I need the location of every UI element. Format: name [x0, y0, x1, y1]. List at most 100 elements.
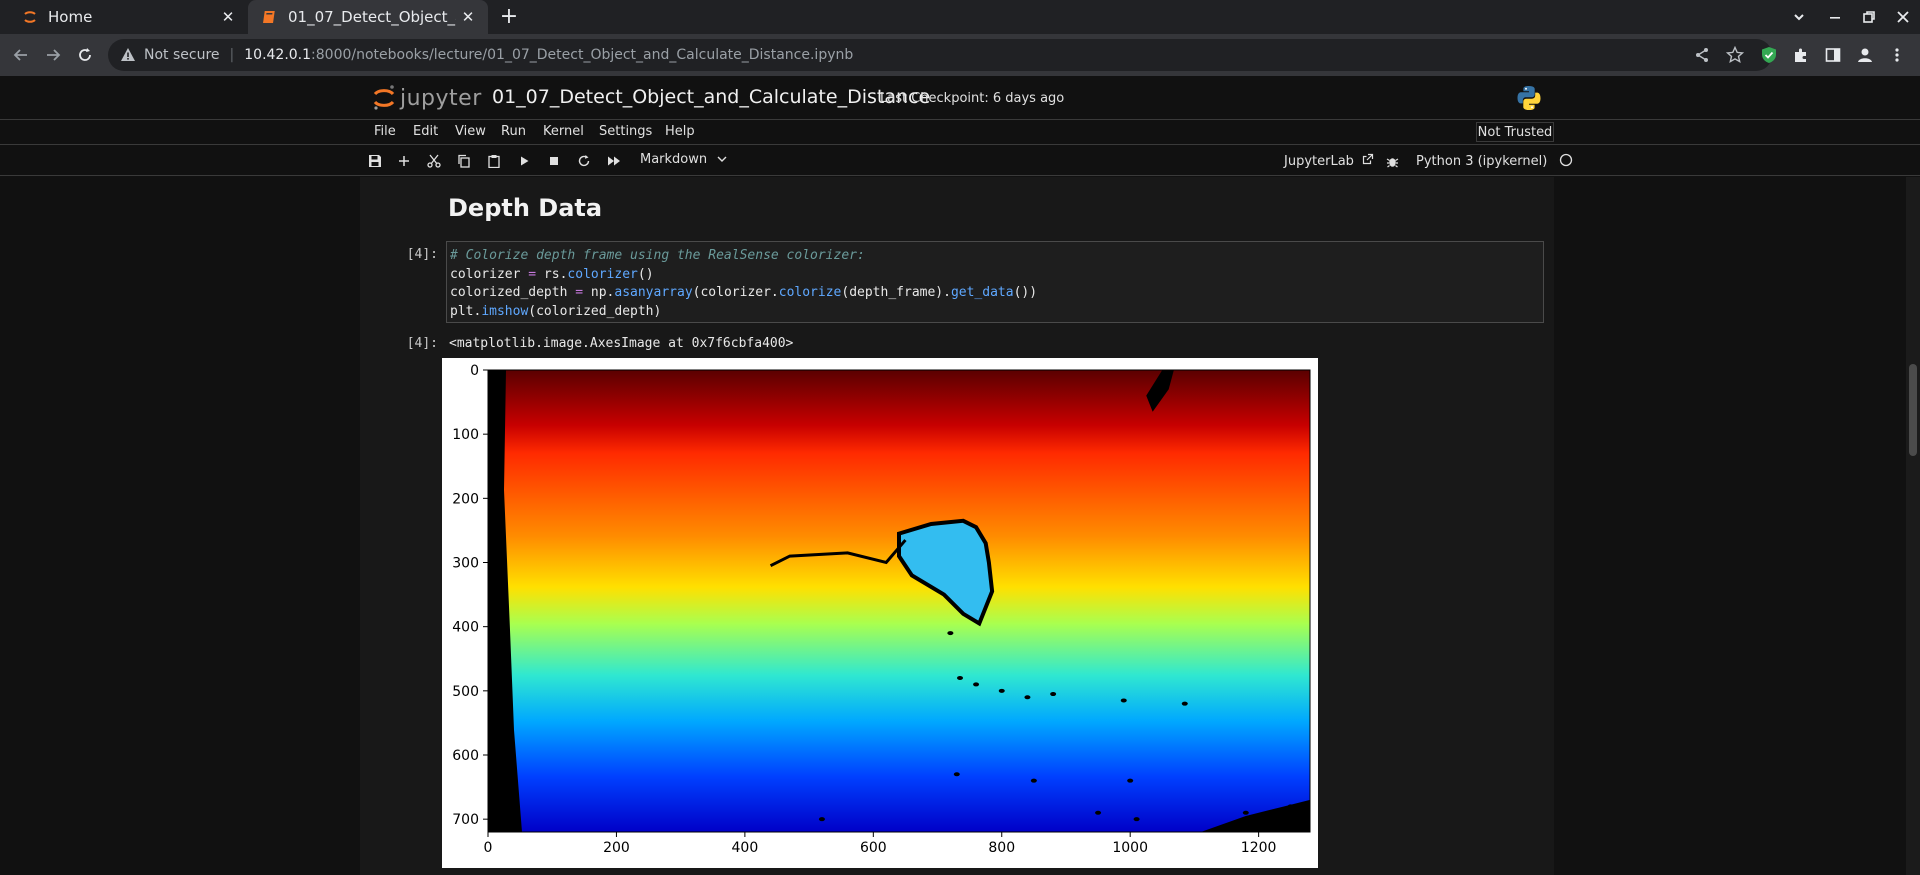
depth-speck — [973, 682, 980, 687]
code-cell-editor[interactable]: # Colorize depth frame using the RealSen… — [446, 241, 1544, 323]
menu-settings[interactable]: Settings — [599, 124, 652, 139]
y-tick-label: 100 — [452, 427, 479, 443]
back-icon[interactable] — [8, 42, 34, 68]
close-icon[interactable]: ✕ — [216, 8, 240, 26]
stop-icon[interactable] — [546, 153, 562, 169]
y-tick-label: 500 — [452, 684, 479, 700]
browser-tab-bar: Home ✕ 01_07_Detect_Object_and_Calculate… — [0, 0, 1920, 34]
more-menu-icon[interactable] — [1884, 42, 1910, 68]
scrollbar-thumb[interactable] — [1909, 364, 1917, 456]
notebook-title[interactable]: 01_07_Detect_Object_and_Calculate_Distan… — [492, 86, 930, 108]
close-icon[interactable]: ✕ — [456, 8, 480, 26]
x-tick-label: 200 — [603, 840, 630, 856]
jupyter-icon — [22, 9, 38, 25]
tab-home[interactable]: Home ✕ — [8, 0, 248, 34]
jupyter-wordmark: jupyter — [400, 85, 482, 111]
kernel-name: Python 3 (ipykernel) — [1416, 154, 1548, 169]
paste-icon[interactable] — [486, 153, 502, 169]
y-tick-label: 300 — [452, 556, 479, 572]
y-tick-label: 400 — [452, 620, 479, 636]
depth-speck — [957, 676, 964, 680]
jupyter-logo[interactable]: jupyter — [372, 84, 482, 112]
menu-view[interactable]: View — [455, 124, 486, 139]
depth-speck — [953, 772, 960, 777]
save-icon[interactable] — [367, 153, 383, 169]
security-label[interactable]: Not secure — [144, 47, 220, 63]
page-scrollbar[interactable] — [1906, 177, 1920, 875]
forward-icon[interactable] — [40, 42, 66, 68]
copy-icon[interactable] — [456, 153, 472, 169]
code-function: get_data — [950, 285, 1014, 300]
restore-icon[interactable] — [1852, 0, 1886, 34]
warning-icon[interactable] — [120, 47, 136, 63]
profile-icon[interactable] — [1852, 42, 1878, 68]
url-path: :8000/notebooks/lecture/01_07_Detect_Obj… — [311, 47, 854, 63]
depth-speck — [1181, 701, 1188, 706]
url-text[interactable]: 10.42.0.1:8000/notebooks/lecture/01_07_D… — [244, 47, 853, 63]
debugger-bug-icon[interactable] — [1384, 153, 1400, 169]
jupyter-header: jupyter 01_07_Detect_Object_and_Calculat… — [0, 76, 1920, 120]
code-operator: = — [528, 266, 537, 282]
code-token: rs. — [536, 266, 568, 282]
jupyter-logo-icon — [373, 85, 395, 110]
depth-speck — [1133, 817, 1140, 822]
menu-kernel[interactable]: Kernel — [543, 124, 584, 139]
depth-speck — [1242, 810, 1249, 815]
code-function: colorize — [778, 285, 842, 300]
bookmark-star-icon[interactable] — [1726, 39, 1744, 71]
code-token: () — [637, 266, 654, 282]
code-token: colorizer — [450, 266, 529, 282]
menu-run[interactable]: Run — [501, 124, 526, 139]
restart-icon[interactable] — [576, 153, 592, 169]
depth-speck — [1095, 810, 1102, 815]
share-icon[interactable] — [1694, 39, 1710, 71]
close-window-icon[interactable] — [1886, 0, 1920, 34]
code-comment: # Colorize depth frame using the RealSen… — [450, 248, 865, 263]
tab-notebook[interactable]: 01_07_Detect_Object_and_Calculate_Distan… — [248, 0, 488, 34]
depth-speck — [1024, 695, 1031, 700]
tab-search-icon[interactable] — [1782, 0, 1816, 34]
y-tick-label: 200 — [452, 491, 479, 507]
code-function: imshow — [481, 303, 529, 319]
output-text: <matplotlib.image.AxesImage at 0x7f6cbfa… — [449, 336, 794, 351]
extensions-puzzle-icon[interactable] — [1788, 42, 1814, 68]
code-operator: = — [575, 285, 584, 300]
side-panel-icon[interactable] — [1820, 42, 1846, 68]
reload-icon[interactable] — [72, 42, 98, 68]
image-area — [488, 370, 1310, 832]
new-tab-button[interactable]: + — [496, 4, 522, 30]
run-icon[interactable] — [516, 153, 532, 169]
notebook-icon — [262, 9, 278, 25]
shield-extension-icon[interactable] — [1756, 42, 1782, 68]
depth-gradient — [488, 370, 1310, 832]
x-tick-label: 1000 — [1112, 840, 1148, 856]
menu-help[interactable]: Help — [665, 124, 695, 139]
add-cell-icon[interactable] — [396, 153, 412, 169]
kernel-idle-circle-icon — [1560, 153, 1573, 167]
tab-title: 01_07_Detect_Object_and_Calculate_Distan… — [288, 8, 456, 26]
x-tick-label: 600 — [860, 840, 887, 856]
y-tick-label: 700 — [452, 812, 479, 828]
x-tick-label: 1200 — [1241, 840, 1277, 856]
chevron-down-icon — [717, 156, 727, 162]
depth-speck — [998, 688, 1005, 693]
trust-indicator[interactable]: Not Trusted — [1476, 122, 1554, 142]
address-bar[interactable]: Not secure | 10.42.0.1:8000/notebooks/le… — [108, 39, 1772, 71]
matplotlib-figure: 0 200 400 600 800 1000 1200 0 100 200 300 400 500 600… — [442, 358, 1318, 868]
markdown-heading: Depth Data — [448, 194, 603, 222]
code-token: ()) — [1013, 285, 1038, 300]
jupyterlab-label: JupyterLab — [1284, 154, 1354, 169]
fast-forward-icon[interactable] — [606, 153, 622, 169]
cut-icon[interactable] — [426, 153, 442, 169]
menu-edit[interactable]: Edit — [413, 124, 438, 139]
minimize-icon[interactable] — [1818, 0, 1852, 34]
jupyterlab-link[interactable]: JupyterLab — [1284, 153, 1374, 169]
code-function: asanyarray — [614, 285, 693, 300]
code-token: (depth_frame). — [841, 285, 951, 300]
code-token: (colorized_depth) — [528, 303, 662, 319]
kernel-indicator[interactable]: Python 3 (ipykernel) — [1416, 153, 1573, 169]
menu-file[interactable]: File — [374, 124, 396, 139]
cell-type-select[interactable]: Markdown — [640, 152, 727, 167]
divider: | — [229, 47, 235, 63]
y-tick-label: 0 — [470, 363, 479, 379]
